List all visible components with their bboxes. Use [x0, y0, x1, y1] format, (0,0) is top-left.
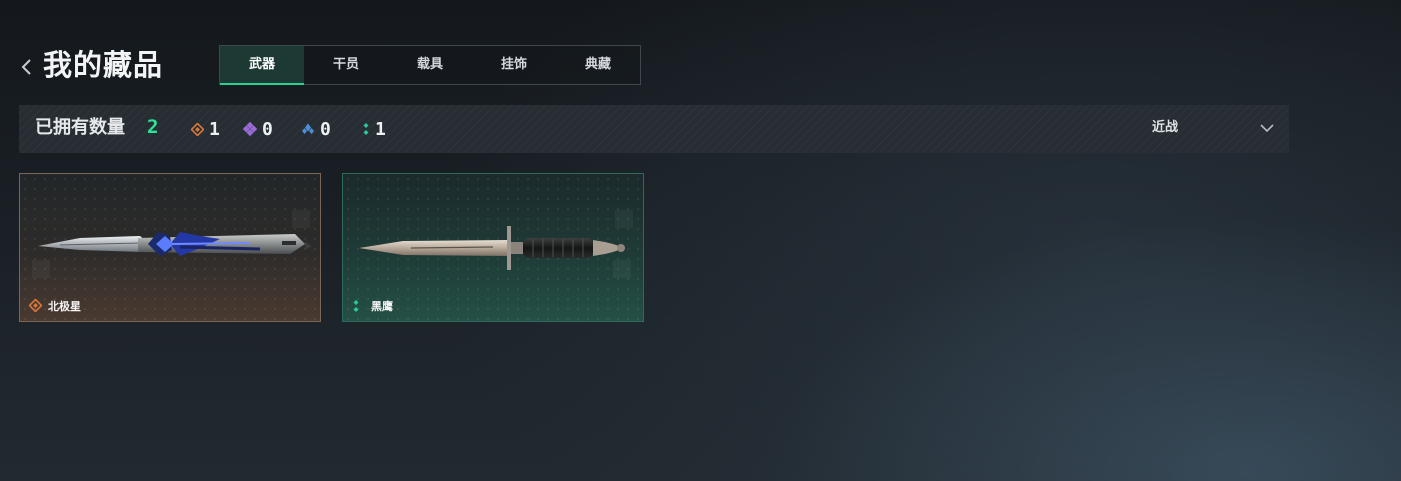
item-card[interactable]: 黑鹰: [342, 173, 644, 322]
item-name: 黑鹰: [371, 300, 393, 313]
green-dots-rarity-icon: [363, 123, 369, 135]
tab-collection[interactable]: 典藏: [556, 46, 640, 84]
owned-count-value: 2: [147, 116, 159, 138]
item-card[interactable]: 北极星: [19, 173, 321, 322]
rarity-count-green: 1: [362, 105, 386, 153]
rarity-count-value: 1: [209, 118, 220, 140]
page-title: 我的藏品: [43, 48, 164, 82]
knife-black-hawk-image: [359, 226, 625, 270]
rarity-count-value: 0: [262, 118, 273, 140]
rarity-count-value: 0: [320, 118, 331, 140]
orange-diamond-rarity-icon: [29, 299, 42, 312]
knife-polaris-image: [38, 232, 312, 256]
orange-diamond-rarity-icon: [191, 122, 204, 136]
rarity-count-orange: 1: [191, 105, 220, 153]
tab-operators[interactable]: 干员: [304, 46, 388, 84]
rarity-count-blue: 0: [301, 105, 331, 153]
rarity-count-purple: 0: [243, 105, 273, 153]
dropdown-selected-value: 近战: [1152, 120, 1179, 135]
item-name: 北极星: [48, 300, 81, 313]
owned-stats-bar: 已拥有数量 2 1 0 0 1 近战: [19, 105, 1289, 153]
category-tabs: 武器 干员 载具 挂饰 典藏: [219, 45, 641, 85]
green-dots-rarity-icon: [353, 300, 359, 312]
tab-vehicles[interactable]: 载具: [388, 46, 472, 84]
rarity-count-value: 1: [375, 118, 386, 140]
purple-diamond-rarity-icon: [243, 122, 257, 136]
chevron-down-icon[interactable]: [1259, 123, 1275, 134]
owned-count-label: 已拥有数量: [35, 117, 125, 138]
back-arrow-icon[interactable]: [19, 57, 35, 77]
tab-weapons[interactable]: 武器: [220, 46, 304, 85]
blue-triangle-rarity-icon: [302, 123, 314, 134]
tab-charms[interactable]: 挂饰: [472, 46, 556, 84]
